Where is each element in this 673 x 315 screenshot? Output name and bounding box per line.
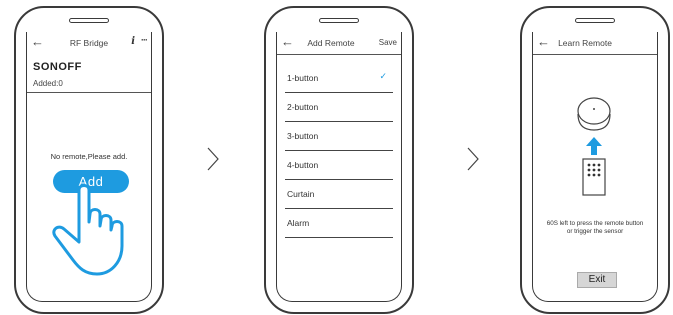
header: ← Learn Remote: [533, 32, 657, 54]
list-item[interactable]: Alarm: [285, 209, 393, 238]
check-icon: ✓: [379, 71, 387, 81]
list-item-label: 3-button: [287, 131, 319, 141]
rf-bridge-device-icon: [577, 97, 611, 131]
save-button[interactable]: Save: [379, 38, 397, 47]
list-item[interactable]: 4-button: [285, 151, 393, 180]
list-item-label: Alarm: [287, 218, 310, 228]
added-count: Added:0: [33, 79, 63, 88]
empty-message: No remote,Please add.: [50, 152, 128, 161]
phone-add-remote: ← Add Remote Save 1-button ✓ 2-button 3-…: [264, 6, 414, 314]
divider: [27, 92, 151, 93]
info-icon[interactable]: i: [131, 36, 135, 47]
remote-type-list: 1-button ✓ 2-button 3-button 4-button Cu…: [285, 64, 393, 238]
page-title: Learn Remote: [558, 38, 612, 48]
instruction-line: 60S left to press the remote button: [546, 220, 644, 227]
screen-add-remote: ← Add Remote Save 1-button ✓ 2-button 3-…: [276, 32, 402, 302]
list-item-label: 1-button: [287, 73, 319, 83]
header: ← RF Bridge i ···: [27, 32, 151, 54]
chevron-right-icon: [467, 147, 479, 171]
list-item-label: 4-button: [287, 160, 319, 170]
screen-learn-remote: ← Learn Remote 60S left to press the rem…: [532, 32, 658, 302]
more-icon[interactable]: ···: [141, 35, 148, 45]
screen-rf-bridge: ← RF Bridge i ··· SONOFF Added:0 No remo…: [26, 32, 152, 302]
phone-learn-remote: ← Learn Remote 60S left to press the rem…: [520, 6, 670, 314]
list-item[interactable]: Curtain: [285, 180, 393, 209]
earpiece: [319, 18, 359, 23]
remote-control-icon: [582, 158, 606, 196]
earpiece: [69, 18, 109, 23]
divider: [533, 54, 657, 55]
hand-pointer-icon: [52, 184, 124, 276]
exit-button[interactable]: Exit: [577, 272, 617, 288]
list-item[interactable]: 3-button: [285, 122, 393, 151]
divider: [277, 54, 401, 55]
list-item-label: 2-button: [287, 102, 319, 112]
chevron-right-icon: [207, 147, 219, 171]
header: ← Add Remote Save: [277, 32, 401, 54]
list-item[interactable]: 1-button ✓: [285, 64, 393, 93]
earpiece: [575, 18, 615, 23]
page-title: Add Remote: [307, 38, 355, 48]
phone-rf-bridge: ← RF Bridge i ··· SONOFF Added:0 No remo…: [14, 6, 164, 314]
arrow-up-icon: [586, 137, 602, 155]
list-item-label: Curtain: [287, 189, 315, 199]
brand-logo: SONOFF: [33, 61, 82, 73]
list-item[interactable]: 2-button: [285, 93, 393, 122]
learn-instruction: 60S left to press the remote button or t…: [537, 220, 653, 236]
instruction-line: or trigger the sensor: [566, 228, 624, 235]
